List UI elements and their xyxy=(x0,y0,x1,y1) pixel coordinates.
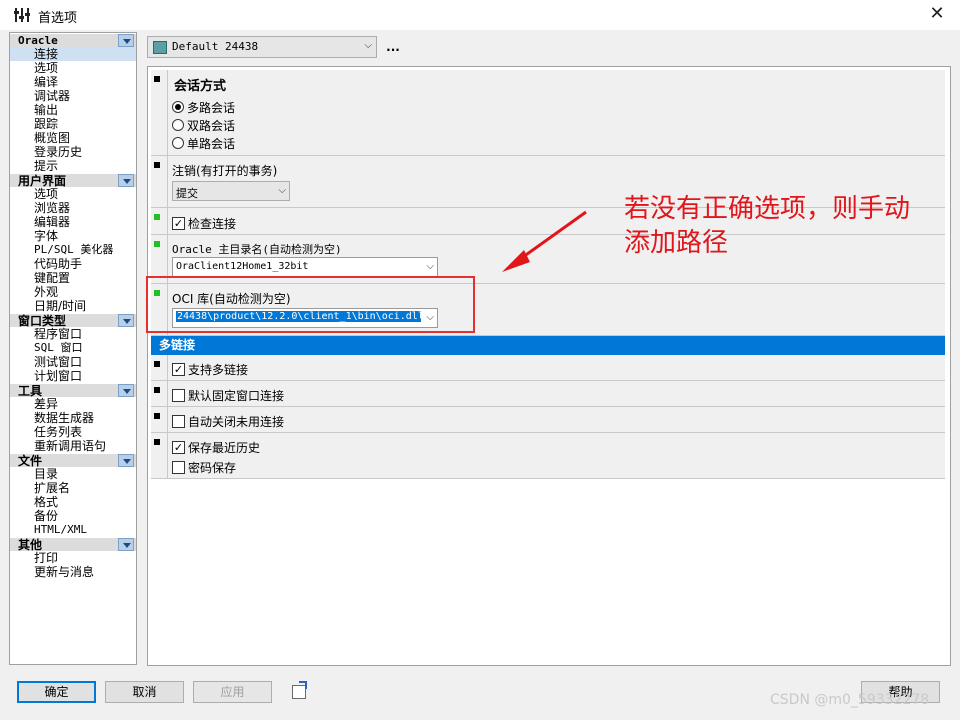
nav-item[interactable]: 登录历史 xyxy=(10,145,136,159)
nav-item[interactable]: 连接 xyxy=(10,47,136,61)
watermark: CSDN @m0_59332278 xyxy=(770,692,930,708)
nav-item[interactable]: 调试器 xyxy=(10,89,136,103)
default-fixed-section: 默认固定窗口连接 xyxy=(151,381,945,407)
cancel-button[interactable]: 取消 xyxy=(105,681,184,703)
title-bar: 首选项 ✕ xyxy=(0,0,960,30)
radio-single-session[interactable]: 单路会话 xyxy=(172,135,235,151)
chevron-down-icon: ⌵ xyxy=(364,40,372,51)
collapse-chevron-icon[interactable] xyxy=(118,538,134,551)
support-multi-checkbox[interactable]: ✓ 支持多链接 xyxy=(172,361,248,377)
nav-item[interactable]: HTML/XML xyxy=(10,523,136,537)
oracle-home-label: Oracle 主目录名(自动检测为空) xyxy=(172,243,342,256)
logoff-select[interactable]: 提交 ⌵ xyxy=(172,181,290,201)
chevron-down-icon: ⌵ xyxy=(426,261,434,272)
nav-item[interactable]: 外观 xyxy=(10,285,136,299)
nav-item[interactable]: 日期/时间 xyxy=(10,299,136,313)
support-multi-section: ✓ 支持多链接 xyxy=(151,355,945,381)
section-marker xyxy=(154,162,160,168)
auto-close-section: 自动关闭未用连接 xyxy=(151,407,945,433)
settings-panel: 会话方式 多路会话 双路会话 单路会话 注销(有打开的事务) 提交 ⌵ ✓ 检查连接… xyxy=(147,66,951,666)
nav-item[interactable]: 差异 xyxy=(10,397,136,411)
oracle-home-select[interactable]: OraClient12Home1_32bit ⌵ xyxy=(172,257,438,277)
radio-multi-session[interactable]: 多路会话 xyxy=(172,99,235,115)
nav-category-label: 用户界面 xyxy=(18,174,67,188)
nav-category[interactable]: 用户界面 xyxy=(10,173,136,188)
session-mode-section: 会话方式 多路会话 双路会话 单路会话 xyxy=(151,70,945,156)
section-marker xyxy=(154,413,160,419)
save-history-checkbox[interactable]: ✓ 保存最近历史 xyxy=(172,439,260,455)
nav-category-label: 其他 xyxy=(18,538,43,552)
nav-item[interactable]: 程序窗口 xyxy=(10,327,136,341)
nav-item[interactable]: SQL 窗口 xyxy=(10,341,136,355)
section-marker xyxy=(154,76,160,82)
nav-item[interactable]: 计划窗口 xyxy=(10,369,136,383)
collapse-chevron-icon[interactable] xyxy=(118,454,134,467)
nav-category[interactable]: 文件 xyxy=(10,453,136,468)
nav-item[interactable]: 更新与消息 xyxy=(10,565,136,579)
nav-item[interactable]: 键配置 xyxy=(10,271,136,285)
nav-item[interactable]: 选项 xyxy=(10,187,136,201)
annotation-text: 若没有正确选项，则手动 添加路径 xyxy=(624,194,911,258)
section-marker xyxy=(154,439,160,445)
nav-item[interactable]: 格式 xyxy=(10,495,136,509)
close-icon[interactable]: ✕ xyxy=(914,0,960,30)
nav-category[interactable]: 工具 xyxy=(10,383,136,398)
nav-item[interactable]: 浏览器 xyxy=(10,201,136,215)
collapse-chevron-icon[interactable] xyxy=(118,174,134,187)
nav-category[interactable]: 其他 xyxy=(10,537,136,552)
nav-item[interactable]: 选项 xyxy=(10,61,136,75)
profile-cube-icon xyxy=(153,41,167,54)
nav-item[interactable]: 输出 xyxy=(10,103,136,117)
section-marker-modified xyxy=(154,214,160,220)
nav-category-label: Oracle xyxy=(18,34,58,47)
window-title: 首选项 xyxy=(38,11,78,26)
apply-button[interactable]: 应用 xyxy=(193,681,272,703)
collapse-chevron-icon[interactable] xyxy=(118,384,134,397)
preferences-nav: Oracle 连接 选项 编译 调试器 输出 跟踪 概览图 登录历史 提示 用户界面 选项 浏览器 编辑器… xyxy=(9,32,137,665)
nav-item[interactable]: 扩展名 xyxy=(10,481,136,495)
nav-item[interactable]: 代码助手 xyxy=(10,257,136,271)
nav-item[interactable]: 提示 xyxy=(10,159,136,173)
history-section: ✓ 保存最近历史 密码保存 xyxy=(151,433,945,479)
logoff-label: 注销(有打开的事务) xyxy=(172,164,278,178)
profile-more-button[interactable]: ... xyxy=(383,36,403,58)
section-marker-modified xyxy=(154,241,160,247)
nav-item[interactable]: 重新调用语句 xyxy=(10,439,136,453)
session-mode-title: 会话方式 xyxy=(174,79,227,94)
highlight-box xyxy=(146,276,475,333)
ok-button[interactable]: 确定 xyxy=(17,681,96,703)
nav-item[interactable]: 测试窗口 xyxy=(10,355,136,369)
nav-category-label: 窗口类型 xyxy=(18,314,67,328)
chevron-down-icon: ⌵ xyxy=(278,185,286,196)
nav-item[interactable]: 数据生成器 xyxy=(10,411,136,425)
save-password-checkbox[interactable]: 密码保存 xyxy=(172,459,236,475)
nav-item[interactable]: 字体 xyxy=(10,229,136,243)
nav-item[interactable]: 概览图 xyxy=(10,131,136,145)
nav-category-label: 工具 xyxy=(18,384,43,398)
nav-item[interactable]: 编译 xyxy=(10,75,136,89)
collapse-chevron-icon[interactable] xyxy=(118,34,134,47)
export-icon[interactable] xyxy=(292,681,307,699)
nav-item[interactable]: 打印 xyxy=(10,551,136,565)
default-fixed-checkbox[interactable]: 默认固定窗口连接 xyxy=(172,387,284,403)
radio-dual-session[interactable]: 双路会话 xyxy=(172,117,235,133)
preferences-icon xyxy=(14,8,30,22)
nav-item[interactable]: PL/SQL 美化器 xyxy=(10,243,136,257)
profile-value: Default 24438 xyxy=(172,40,259,53)
profile-select[interactable]: Default 24438 ⌵ xyxy=(147,36,377,58)
auto-close-checkbox[interactable]: 自动关闭未用连接 xyxy=(172,413,284,429)
check-connection-checkbox[interactable]: ✓ 检查连接 xyxy=(172,215,236,231)
nav-category[interactable]: Oracle xyxy=(10,33,136,47)
nav-item[interactable]: 目录 xyxy=(10,467,136,481)
collapse-chevron-icon[interactable] xyxy=(118,314,134,327)
nav-item[interactable]: 跟踪 xyxy=(10,117,136,131)
section-marker xyxy=(154,361,160,367)
nav-item[interactable]: 编辑器 xyxy=(10,215,136,229)
nav-category[interactable]: 窗口类型 xyxy=(10,313,136,328)
nav-item[interactable]: 任务列表 xyxy=(10,425,136,439)
multi-connection-header: 多链接 xyxy=(151,336,945,355)
nav-category-label: 文件 xyxy=(18,454,43,468)
nav-item[interactable]: 备份 xyxy=(10,509,136,523)
section-marker xyxy=(154,387,160,393)
